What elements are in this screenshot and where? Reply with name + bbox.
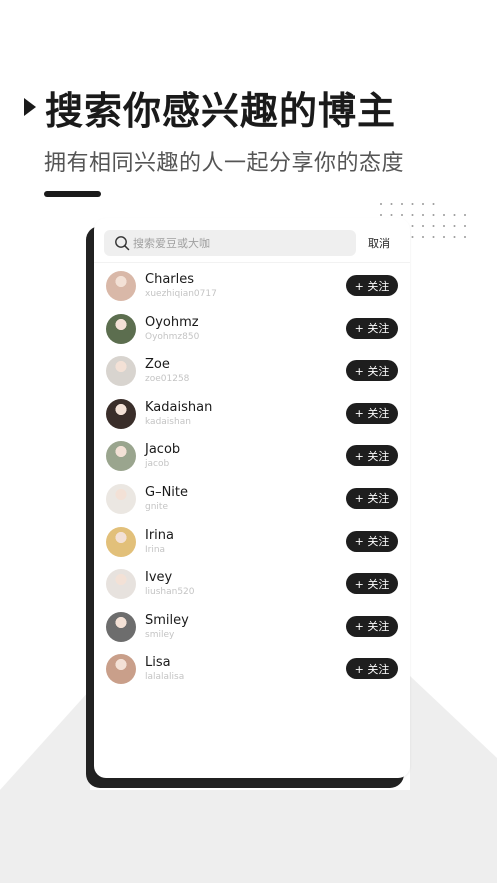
user-name: Lisa	[145, 655, 171, 671]
follow-button[interactable]: + 关注	[346, 317, 398, 339]
user-row[interactable]: Jacob jacob + 关注	[94, 436, 410, 479]
follow-button[interactable]: + 关注	[346, 275, 398, 296]
cancel-button[interactable]: 取消	[368, 235, 390, 251]
user-row[interactable]: G–Nite gnite + 关注	[94, 479, 410, 522]
user-handle: gnite	[145, 501, 168, 512]
user-handle: Oyohmz850	[145, 331, 200, 342]
avatar[interactable]	[106, 569, 136, 600]
follow-button[interactable]: + 关注	[346, 360, 398, 382]
user-name: Kadaishan	[145, 399, 213, 415]
user-handle: smiley	[145, 629, 175, 640]
user-row[interactable]: Charles xuezhiqian0717 + 关注	[94, 266, 410, 309]
accent-bar	[44, 191, 101, 197]
search-icon	[115, 236, 130, 251]
user-handle: jacob	[145, 459, 170, 470]
user-handle: zoe01258	[145, 374, 190, 385]
avatar[interactable]	[106, 356, 136, 387]
avatar[interactable]	[106, 441, 136, 472]
user-name: Irina	[145, 527, 174, 543]
avatar[interactable]	[106, 654, 136, 685]
user-name: G–Nite	[145, 484, 189, 500]
avatar[interactable]	[106, 313, 136, 344]
avatar[interactable]	[106, 483, 136, 514]
follow-button[interactable]: + 关注	[346, 487, 398, 509]
avatar[interactable]	[106, 398, 136, 429]
promo-subtitle: 拥有相同兴趣的人一起分享你的态度	[44, 151, 405, 176]
user-handle: xuezhiqian0717	[145, 289, 217, 299]
promo-heading: 搜索你感兴趣的博主	[24, 82, 397, 133]
user-name: Zoe	[145, 357, 170, 373]
search-box[interactable]	[104, 230, 356, 256]
user-name: Oyohmz	[145, 314, 199, 330]
user-row[interactable]: Irina Irina + 关注	[94, 522, 410, 565]
user-handle: liushan520	[145, 587, 195, 598]
follow-button[interactable]: + 关注	[346, 530, 398, 552]
follow-button[interactable]: + 关注	[346, 573, 398, 595]
user-name: Charles	[145, 272, 195, 287]
avatar[interactable]	[106, 526, 136, 557]
phone-screen: 取消 Charlesxuezhiqian0717+ 关注OyohmzOyohmz…	[94, 218, 410, 778]
avatar[interactable]	[106, 271, 136, 301]
user-handle: kadaishan	[145, 416, 191, 427]
user-row[interactable]: Smiley smiley + 关注	[94, 607, 410, 650]
user-row[interactable]: Kadaishan kadaishan + 关注	[94, 394, 410, 437]
search-bar: 取消	[104, 230, 404, 256]
user-row[interactable]: Lisa lalalalisa + 关注	[94, 649, 410, 692]
user-name: Ivey	[145, 570, 173, 586]
search-input[interactable]	[133, 236, 333, 250]
avatar[interactable]	[106, 611, 136, 642]
user-list: Charles xuezhiqian0717 + 关注 Oyohmz Oyohmz850…	[94, 266, 410, 692]
user-handle: Irina	[145, 544, 166, 555]
user-row[interactable]: Ivey liushan520 + 关注	[94, 564, 410, 607]
user-row[interactable]: Zoe zoe01258 + 关注	[94, 351, 410, 394]
follow-button[interactable]: + 关注	[346, 658, 398, 680]
user-name: Jacob	[145, 442, 181, 458]
follow-button[interactable]: + 关注	[346, 615, 398, 637]
promo-title: 搜索你感兴趣的博主	[45, 88, 397, 133]
user-handle: lalalalisa	[145, 672, 185, 683]
divider	[94, 262, 410, 263]
triangle-bullet-icon	[24, 98, 36, 116]
user-name: Smiley	[145, 612, 189, 628]
user-row[interactable]: Oyohmz Oyohmz850 + 关注	[94, 309, 410, 352]
follow-button[interactable]: + 关注	[346, 445, 398, 467]
follow-button[interactable]: + 关注	[346, 402, 398, 424]
